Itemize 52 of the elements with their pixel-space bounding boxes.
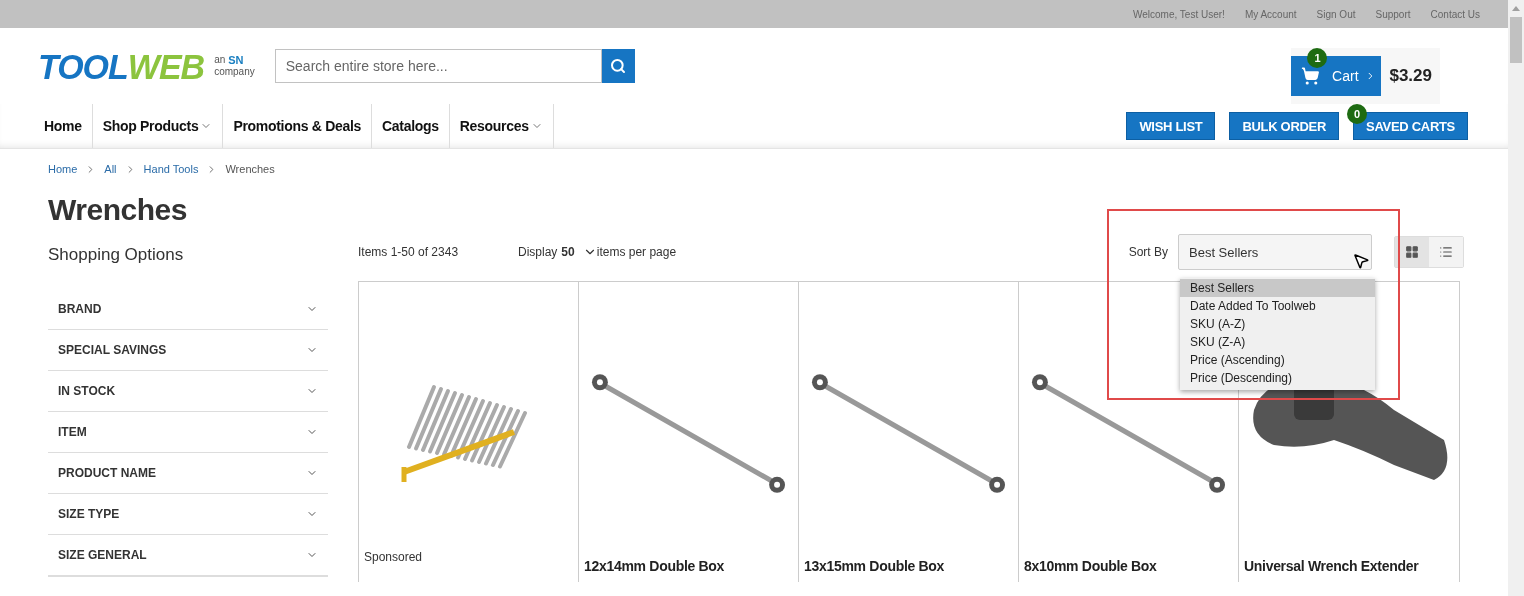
scroll-up-icon[interactable] <box>1512 6 1520 11</box>
product-name[interactable]: Universal Wrench Extender <box>1244 558 1454 574</box>
logo-tagline: company <box>214 66 255 78</box>
page-title: Wrenches <box>48 193 188 227</box>
product-name[interactable]: 8x10mm Double Box <box>1024 558 1233 574</box>
filter-item[interactable]: BRAND <box>48 289 328 330</box>
product-card[interactable]: 12x14mm Double Box <box>579 282 799 582</box>
grid-view-button[interactable] <box>1395 237 1429 267</box>
search-button[interactable] <box>601 49 635 83</box>
item-count: Items 1-50 of 2343 <box>358 245 460 259</box>
sidebar-title: Shopping Options <box>48 245 185 265</box>
breadcrumb-link[interactable]: Home <box>48 163 78 175</box>
logo-wordmark: TOOL <box>38 45 128 87</box>
breadcrumb-link[interactable]: Hand Tools <box>143 163 199 175</box>
scrollbar-thumb[interactable] <box>1510 17 1522 63</box>
sort-option[interactable]: Best Sellers <box>1180 279 1375 297</box>
cart-count-badge: 1 <box>1307 48 1328 68</box>
grid-icon <box>1405 245 1419 259</box>
nav-item[interactable]: Home <box>34 104 93 148</box>
filter-item[interactable]: IN STOCK <box>48 371 328 412</box>
display-label: Display <box>518 245 558 259</box>
search-icon <box>610 58 627 74</box>
logo-wordmark: WEB <box>127 45 205 87</box>
cart-total: $3.29 <box>1389 66 1432 86</box>
list-icon <box>1439 245 1453 259</box>
nav-item[interactable]: Shop Products <box>92 104 224 148</box>
nav-item[interactable]: Promotions & Deals <box>223 104 372 148</box>
per-page-value[interactable]: 50 <box>561 245 575 259</box>
breadcrumb-link[interactable]: All <box>104 163 117 175</box>
count-badge: 0 <box>1347 104 1368 124</box>
mouse-cursor-icon <box>1352 252 1370 270</box>
product-card[interactable]: 13x15mm Double Box <box>799 282 1019 582</box>
logo-brand-mark: SN <box>228 54 244 66</box>
product-name[interactable]: 13x15mm Double Box <box>804 558 1013 574</box>
filter-item[interactable]: SIZE TYPE <box>48 494 328 535</box>
filter-item[interactable]: SPECIAL SAVINGS <box>48 330 328 371</box>
logo-tagline: an <box>214 54 226 66</box>
nav-item[interactable]: Catalogs <box>372 104 450 148</box>
action-button[interactable]: BULK ORDER <box>1229 112 1340 140</box>
filter-item[interactable]: SIZE GENERAL <box>48 535 328 576</box>
sort-dropdown[interactable]: Best Sellers <box>1178 234 1372 270</box>
breadcrumb-link[interactable]: Wrenches <box>225 163 275 175</box>
product-card[interactable]: Sponsored <box>359 282 579 582</box>
sponsored-label: Sponsored <box>364 550 424 564</box>
product-name[interactable]: 12x14mm Double Box <box>584 558 793 574</box>
sort-label: Sort By <box>1128 245 1168 259</box>
filter-item[interactable]: ITEM <box>48 412 328 453</box>
search-field[interactable]: Search entire store here... <box>274 49 602 83</box>
filter-item[interactable]: PRODUCT NAME <box>48 453 328 494</box>
nav-item[interactable]: Resources <box>449 104 554 148</box>
action-button[interactable]: WISH LIST <box>1126 112 1216 140</box>
per-page-label: items per page <box>596 245 677 259</box>
